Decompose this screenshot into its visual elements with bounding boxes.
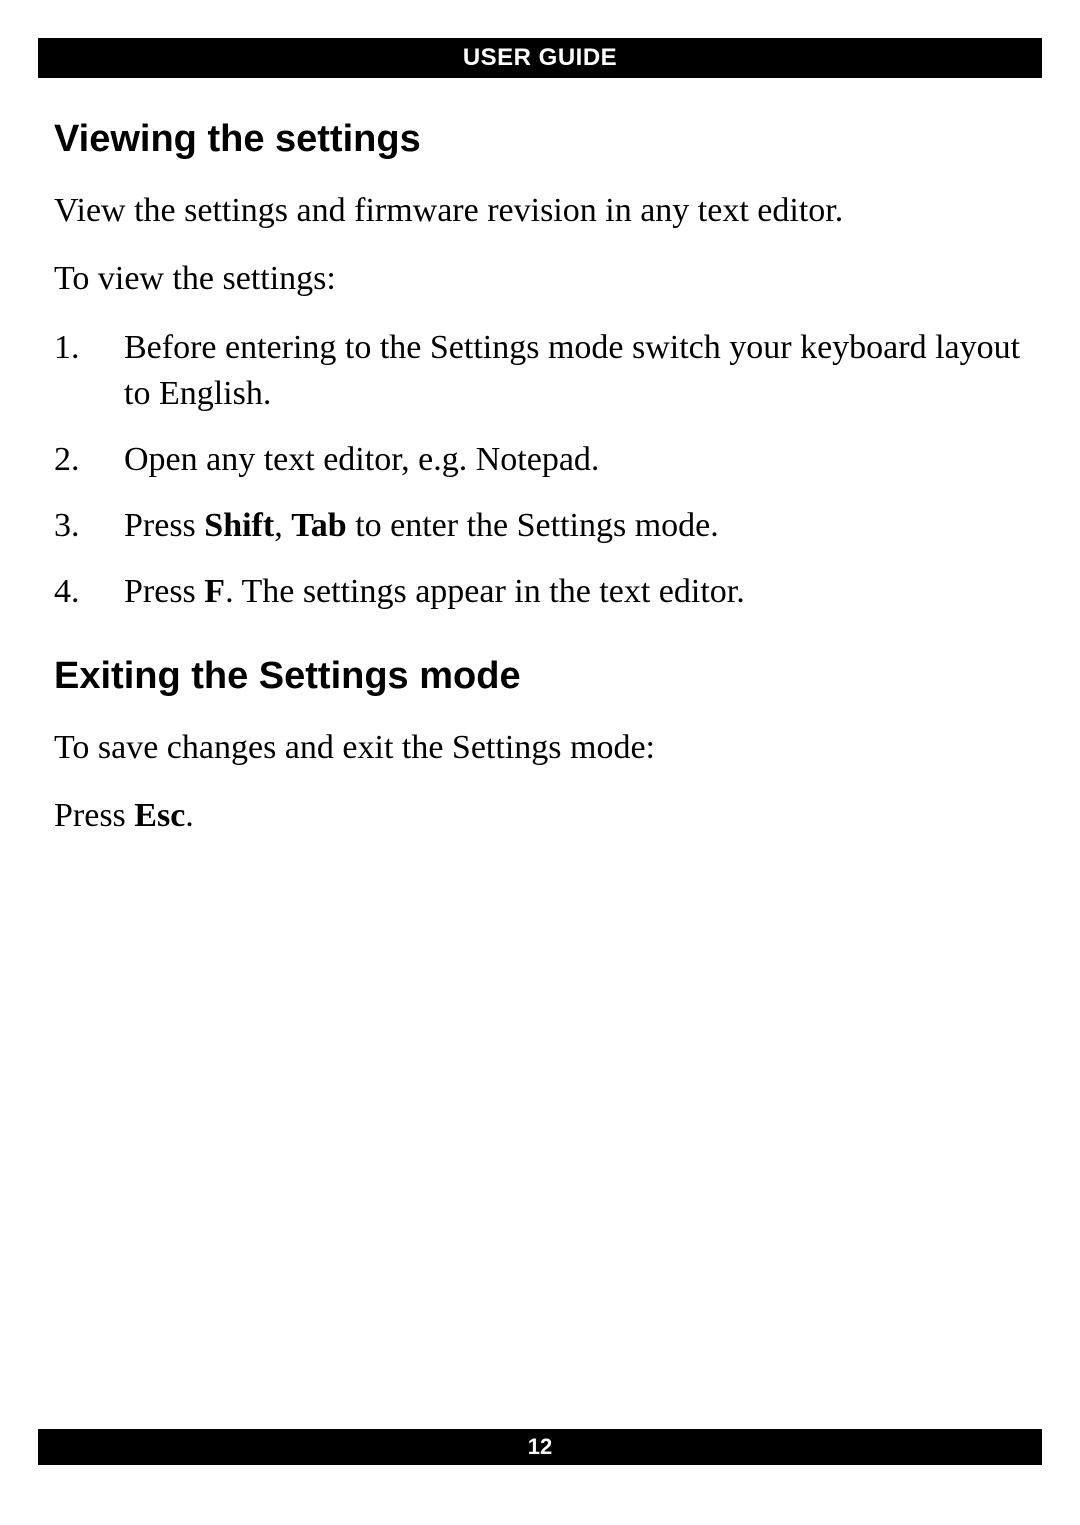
- key-f: F: [204, 573, 225, 610]
- step-number: 2.: [54, 437, 124, 483]
- step-text: Press Shift, Tab to enter the Settings m…: [124, 503, 1026, 549]
- step-2: 2. Open any text editor, e.g. Notepad.: [54, 437, 1026, 483]
- header-title: USER GUIDE: [463, 44, 617, 71]
- action-pre: Press: [54, 797, 134, 834]
- step-post: to enter the Settings mode.: [347, 507, 719, 544]
- viewing-intro: View the settings and firmware revision …: [54, 189, 1026, 233]
- step-number: 1.: [54, 325, 124, 417]
- step-1: 1. Before entering to the Settings mode …: [54, 325, 1026, 417]
- page-number: 12: [528, 1434, 552, 1459]
- header-bar: USER GUIDE: [38, 38, 1042, 78]
- exiting-action: Press Esc.: [54, 794, 1026, 838]
- step-number: 3.: [54, 503, 124, 549]
- step-text: Open any text editor, e.g. Notepad.: [124, 437, 1026, 483]
- step-pre: Press: [124, 573, 204, 610]
- key-shift: Shift: [204, 507, 274, 544]
- step-post: . The settings appear in the text editor…: [225, 573, 745, 610]
- step-text: Press F. The settings appear in the text…: [124, 569, 1026, 615]
- step-text: Before entering to the Settings mode swi…: [124, 325, 1026, 417]
- section-heading-viewing: Viewing the settings: [54, 118, 1026, 161]
- step-number: 4.: [54, 569, 124, 615]
- section-heading-exiting: Exiting the Settings mode: [54, 655, 1026, 698]
- step-mid: ,: [274, 507, 291, 544]
- step-3: 3. Press Shift, Tab to enter the Setting…: [54, 503, 1026, 549]
- viewing-steps-list: 1. Before entering to the Settings mode …: [54, 325, 1026, 614]
- key-tab: Tab: [291, 507, 346, 544]
- step-4: 4. Press F. The settings appear in the t…: [54, 569, 1026, 615]
- step-pre: Press: [124, 507, 204, 544]
- action-post: .: [185, 797, 194, 834]
- content-area: Viewing the settings View the settings a…: [38, 78, 1042, 838]
- key-esc: Esc: [134, 797, 185, 834]
- footer-bar: 12: [38, 1429, 1042, 1465]
- viewing-lead: To view the settings:: [54, 257, 1026, 301]
- exiting-intro: To save changes and exit the Settings mo…: [54, 726, 1026, 770]
- page-container: USER GUIDE Viewing the settings View the…: [0, 0, 1080, 838]
